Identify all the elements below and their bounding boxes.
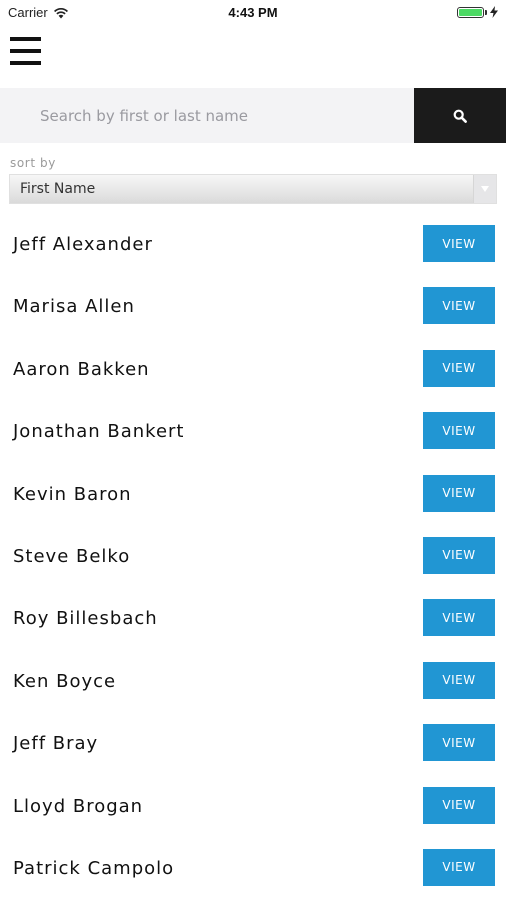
status-bar: Carrier 4:43 PM [0,0,506,26]
list-item: Ken Boyce VIEW [0,650,506,712]
hamburger-menu-icon[interactable] [10,36,41,66]
search-icon [453,109,467,123]
search-bar [0,88,506,143]
contact-name: Marisa Allen [13,296,135,318]
sort-select[interactable]: First Name [9,174,497,204]
contact-name: Jeff Bray [13,733,99,755]
search-input[interactable] [0,88,414,143]
list-item: Marisa Allen VIEW [0,275,506,337]
contact-name: Kevin Baron [13,483,132,505]
contact-list: Jeff Alexander VIEW Marisa Allen VIEW Aaron … [0,213,506,899]
view-button[interactable]: VIEW [423,474,495,512]
list-item: Lloyd Brogan VIEW [0,775,506,837]
battery-tip [485,9,487,15]
contact-name: Ken Boyce [13,670,117,692]
contact-name: Steve Belko [13,545,131,567]
view-button[interactable]: VIEW [423,412,495,450]
contact-name: Jeff Alexander [13,234,153,255]
battery-icon [457,6,484,18]
list-item: Jeff Bray VIEW [0,712,506,774]
list-item: Steve Belko VIEW [0,525,506,587]
list-item: Jeff Alexander VIEW [0,213,506,275]
view-button[interactable]: VIEW [423,287,495,325]
charging-bolt-icon [490,6,498,18]
list-item: Kevin Baron VIEW [0,463,506,525]
view-button[interactable]: VIEW [423,599,495,637]
list-item: Roy Billesbach VIEW [0,587,506,649]
contact-name: Lloyd Brogan [13,795,144,817]
status-time: 4:43 PM [228,5,278,20]
chevron-down-icon [473,175,496,203]
list-item: Patrick Campolo VIEW [0,837,506,899]
view-button[interactable]: VIEW [423,661,495,699]
list-item: Jonathan Bankert VIEW [0,400,506,462]
sort-selected-value: First Name [20,181,96,197]
contact-name: Patrick Campolo [13,857,175,879]
list-item: Aaron Bakken VIEW [0,338,506,400]
battery-status [457,6,498,18]
view-button[interactable]: VIEW [423,225,495,262]
view-button[interactable]: VIEW [423,848,495,886]
contact-name: Aaron Bakken [13,358,150,380]
view-button[interactable]: VIEW [423,724,495,762]
view-button[interactable]: VIEW [423,349,495,387]
view-button[interactable]: VIEW [423,536,495,574]
search-button[interactable] [414,88,506,143]
view-button[interactable]: VIEW [423,786,495,824]
sort-by-label: sort by [10,156,56,170]
contact-name: Jonathan Bankert [13,421,185,443]
contact-name: Roy Billesbach [13,608,158,630]
